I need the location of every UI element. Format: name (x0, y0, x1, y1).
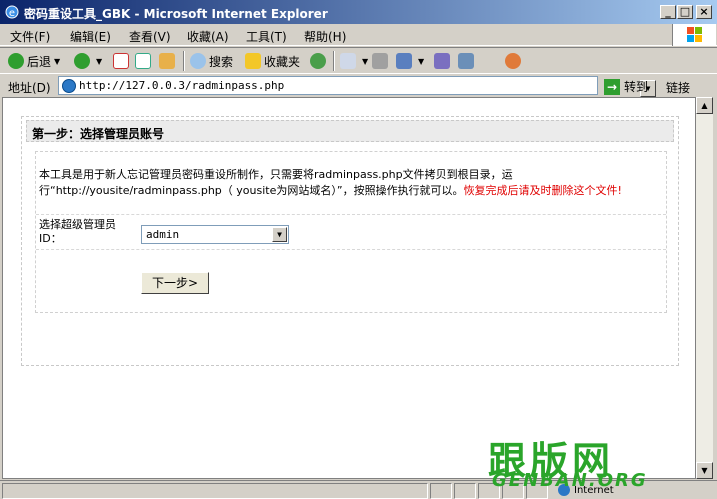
status-cell (430, 483, 452, 499)
home-button[interactable] (159, 52, 178, 70)
back-arrow-icon (8, 53, 24, 69)
chevron-down-icon[interactable]: ▼ (362, 57, 368, 66)
divider (36, 214, 666, 215)
vertical-scrollbar[interactable]: ▲ ▼ (696, 97, 713, 479)
minimize-button[interactable]: _ (660, 5, 676, 19)
favorites-button[interactable]: 收藏夹 (245, 52, 300, 70)
print-button[interactable] (372, 52, 391, 70)
toolbar-separator (333, 51, 335, 71)
mail-icon (340, 53, 356, 69)
toolbar: 后退 ▼ ▼ 搜索 收藏夹 ▼ ▼ (0, 47, 717, 73)
status-cell (454, 483, 476, 499)
svg-text:e: e (9, 8, 15, 19)
delete-warning: 恢复完成后请及时删除这个文件! (463, 184, 622, 197)
go-label: 转到 (624, 80, 649, 94)
search-icon (190, 53, 206, 69)
ie-logo-icon: e (4, 4, 20, 20)
history-button[interactable] (310, 52, 329, 70)
discuss-button[interactable] (434, 52, 453, 70)
home-icon (159, 53, 175, 69)
refresh-icon (135, 53, 151, 69)
description-main: 本工具是用于新人忘记管理员密码重设所制作，只需要将radminpass.php文… (39, 168, 513, 197)
print-icon (372, 53, 388, 69)
page-icon (62, 79, 76, 93)
messenger-button[interactable] (505, 52, 524, 70)
scroll-up-icon[interactable]: ▲ (696, 97, 713, 114)
history-icon (310, 53, 326, 69)
forward-arrow-icon (74, 53, 90, 69)
menu-file[interactable]: 文件(F) (10, 28, 50, 45)
chevron-down-icon[interactable]: ▼ (96, 57, 102, 66)
step-panel: 第一步：选择管理员账号 本工具是用于新人忘记管理员密码重设所制作，只需要将rad… (21, 116, 679, 366)
research-button[interactable] (458, 52, 477, 70)
links-button[interactable]: 链接 (666, 79, 690, 96)
next-step-button[interactable]: 下一步> (141, 272, 209, 294)
research-icon (458, 53, 474, 69)
menu-help[interactable]: 帮助(H) (304, 28, 346, 45)
chevron-down-icon[interactable]: ▼ (272, 227, 287, 242)
admin-select-value: admin (146, 228, 180, 241)
address-bar: 地址(D) http://127.0.0.3/radminpass.php ▼ … (0, 73, 717, 97)
go-arrow-icon: → (604, 78, 620, 95)
mail-button[interactable]: ▼ (340, 52, 368, 70)
watermark-url: GENBAN.ORG (492, 470, 648, 491)
window-title: 密码重设工具_GBK - Microsoft Internet Explorer (24, 7, 328, 21)
refresh-button[interactable] (135, 52, 154, 70)
favorites-label: 收藏夹 (264, 54, 301, 69)
back-label: 后退 (27, 54, 52, 69)
stop-icon (113, 53, 129, 69)
menu-bar: 文件(F) 编辑(E) 查看(V) 收藏(A) 工具(T) 帮助(H) (0, 24, 717, 46)
forward-button[interactable]: ▼ (74, 52, 102, 70)
search-label: 搜索 (209, 54, 234, 69)
stop-button[interactable] (113, 52, 132, 70)
back-button[interactable]: 后退 ▼ (8, 52, 60, 70)
address-input[interactable]: http://127.0.0.3/radminpass.php ▼ (58, 76, 656, 97)
go-button[interactable]: → 转到 (604, 78, 648, 95)
toolbar-separator (183, 51, 185, 71)
maximize-button[interactable]: □ (677, 5, 693, 19)
edit-button[interactable]: ▼ (396, 52, 424, 70)
address-url: http://127.0.0.3/radminpass.php (79, 79, 285, 92)
page-title: 第一步：选择管理员账号 (26, 120, 674, 142)
status-message (2, 483, 428, 499)
chevron-down-icon[interactable]: ▼ (418, 57, 424, 66)
menu-view[interactable]: 查看(V) (129, 28, 171, 45)
scroll-down-icon[interactable]: ▼ (696, 462, 713, 479)
edit-icon (396, 53, 412, 69)
chevron-down-icon[interactable]: ▼ (54, 57, 60, 66)
menu-tools[interactable]: 工具(T) (246, 28, 287, 45)
messenger-icon (505, 53, 521, 69)
discuss-icon (434, 53, 450, 69)
form-area: 本工具是用于新人忘记管理员密码重设所制作，只需要将radminpass.php文… (35, 151, 667, 313)
address-label: 地址(D) (8, 81, 51, 95)
search-button[interactable]: 搜索 (190, 52, 233, 70)
admin-select-label: 选择超级管理员ID： (39, 218, 116, 245)
page-viewport: 第一步：选择管理员账号 本工具是用于新人忘记管理员密码重设所制作，只需要将rad… (2, 97, 696, 479)
divider (36, 249, 666, 250)
title-bar: e 密码重设工具_GBK - Microsoft Internet Explor… (0, 0, 717, 24)
menu-favorites[interactable]: 收藏(A) (187, 28, 229, 45)
favorites-star-icon (245, 53, 261, 69)
windows-logo-icon (672, 24, 716, 46)
menu-edit[interactable]: 编辑(E) (70, 28, 111, 45)
admin-id-select[interactable]: admin ▼ (141, 225, 289, 244)
close-button[interactable]: × (696, 5, 712, 19)
description-text: 本工具是用于新人忘记管理员密码重设所制作，只需要将radminpass.php文… (39, 167, 659, 199)
